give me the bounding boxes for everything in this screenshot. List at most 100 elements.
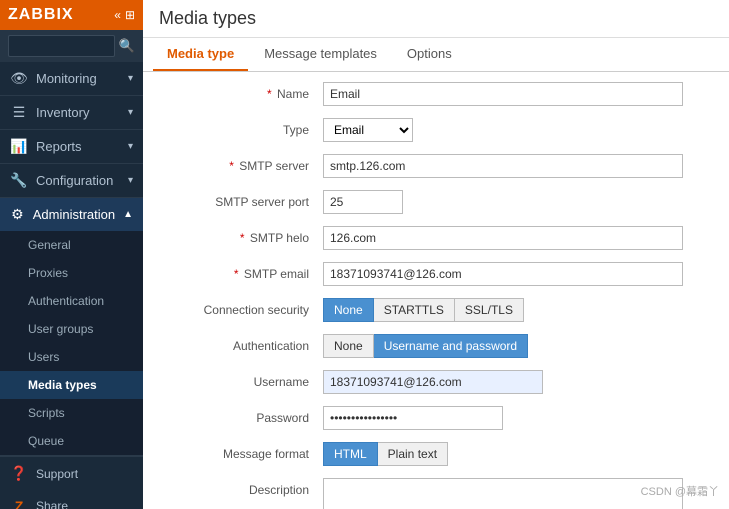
monitoring-label: Monitoring: [36, 71, 120, 86]
nav-administration-section: ⚙ Administration ▲ General Proxies Authe…: [0, 198, 143, 456]
smtp-email-input[interactable]: [323, 262, 683, 286]
inventory-label: Inventory: [36, 105, 120, 120]
configuration-icon: 🔧: [10, 172, 28, 189]
sidebar-bottom: ❓ Support Z Share: [0, 456, 143, 509]
smtp-email-row: * SMTP email: [163, 262, 709, 290]
sidebar-header-icons: « ⊞: [114, 8, 135, 22]
sidebar-item-queue[interactable]: Queue: [0, 427, 143, 455]
message-format-label: Message format: [163, 442, 323, 461]
auth-userpass-btn[interactable]: Username and password: [374, 334, 528, 358]
sidebar-item-authentication[interactable]: Authentication: [0, 287, 143, 315]
inventory-arrow: ▾: [128, 107, 133, 118]
administration-icon: ⚙: [10, 206, 25, 223]
administration-submenu: General Proxies Authentication User grou…: [0, 231, 143, 455]
zabbix-logo: ZABBIX: [8, 6, 74, 24]
type-label: Type: [163, 118, 323, 137]
type-row: Type Email SMS Script Jabber Ez Texting: [163, 118, 709, 146]
type-select[interactable]: Email SMS Script Jabber Ez Texting: [323, 118, 413, 142]
password-label: Password: [163, 406, 323, 425]
description-textarea[interactable]: [323, 478, 683, 509]
smtp-server-row: * SMTP server: [163, 154, 709, 182]
conn-security-row: Connection security None STARTTLS SSL/TL…: [163, 298, 709, 326]
message-format-btngroup: HTML Plain text: [323, 442, 709, 466]
tab-options[interactable]: Options: [393, 38, 466, 71]
sidebar-item-users[interactable]: Users: [0, 343, 143, 371]
support-icon: ❓: [10, 465, 28, 482]
tabs-bar: Media type Message templates Options: [143, 38, 729, 72]
username-input[interactable]: [323, 370, 543, 394]
name-required-star: *: [267, 87, 272, 101]
nav-reports-section: 📊 Reports ▾: [0, 130, 143, 164]
username-row: Username: [163, 370, 709, 398]
smtp-port-input[interactable]: [323, 190, 403, 214]
page-title: Media types: [159, 8, 256, 29]
share-icon: Z: [10, 498, 28, 509]
nav-configuration-section: 🔧 Configuration ▾: [0, 164, 143, 198]
name-input[interactable]: [323, 82, 683, 106]
sidebar-search-area: 🔍: [0, 30, 143, 62]
search-icon: 🔍: [119, 38, 135, 54]
type-control: Email SMS Script Jabber Ez Texting: [323, 118, 709, 142]
msg-format-html-btn[interactable]: HTML: [323, 442, 378, 466]
reports-icon: 📊: [10, 138, 28, 155]
conn-security-none-btn[interactable]: None: [323, 298, 374, 322]
configuration-label: Configuration: [36, 173, 120, 188]
sidebar-item-monitoring[interactable]: 👁 Monitoring ▾: [0, 62, 143, 95]
sidebar-item-reports[interactable]: 📊 Reports ▾: [0, 130, 143, 163]
description-control: [323, 478, 709, 509]
conn-security-starttls-btn[interactable]: STARTTLS: [374, 298, 455, 322]
page-header: Media types: [143, 0, 729, 38]
password-row: Password: [163, 406, 709, 434]
grid-icon[interactable]: ⊞: [125, 8, 135, 22]
smtp-email-control: [323, 262, 709, 286]
auth-none-btn[interactable]: None: [323, 334, 374, 358]
smtp-server-input[interactable]: [323, 154, 683, 178]
sidebar-item-proxies[interactable]: Proxies: [0, 259, 143, 287]
sidebar-header: ZABBIX « ⊞: [0, 0, 143, 30]
description-label: Description: [163, 478, 323, 497]
smtp-helo-input[interactable]: [323, 226, 683, 250]
administration-arrow: ▲: [123, 209, 133, 220]
sidebar-item-scripts[interactable]: Scripts: [0, 399, 143, 427]
smtp-required-star: *: [229, 159, 234, 173]
sidebar-item-configuration[interactable]: 🔧 Configuration ▾: [0, 164, 143, 197]
sidebar-item-inventory[interactable]: ☰ Inventory ▾: [0, 96, 143, 129]
smtp-server-control: [323, 154, 709, 178]
name-label: * Name: [163, 82, 323, 101]
auth-row: Authentication None Username and passwor…: [163, 334, 709, 362]
collapse-icon[interactable]: «: [114, 8, 121, 22]
smtp-helo-row: * SMTP helo: [163, 226, 709, 254]
sidebar-item-support[interactable]: ❓ Support: [0, 457, 143, 490]
password-input[interactable]: [323, 406, 503, 430]
sidebar-item-general[interactable]: General: [0, 231, 143, 259]
share-label: Share: [36, 499, 133, 509]
username-label: Username: [163, 370, 323, 389]
message-format-row: Message format HTML Plain text: [163, 442, 709, 470]
sidebar-item-share[interactable]: Z Share: [0, 490, 143, 509]
tab-media-type[interactable]: Media type: [153, 38, 248, 71]
conn-security-ssltls-btn[interactable]: SSL/TLS: [455, 298, 524, 322]
smtp-port-row: SMTP server port: [163, 190, 709, 218]
username-control: [323, 370, 709, 394]
description-row: Description: [163, 478, 709, 509]
smtp-email-label: * SMTP email: [163, 262, 323, 281]
name-row: * Name: [163, 82, 709, 110]
inventory-icon: ☰: [10, 104, 28, 121]
auth-btngroup: None Username and password: [323, 334, 709, 358]
search-input[interactable]: [8, 35, 115, 57]
sidebar-item-administration[interactable]: ⚙ Administration ▲: [0, 198, 143, 231]
msg-format-plaintext-btn[interactable]: Plain text: [378, 442, 448, 466]
sidebar-item-media-types[interactable]: Media types: [0, 371, 143, 399]
smtp-port-control: [323, 190, 709, 214]
conn-security-control: None STARTTLS SSL/TLS: [323, 298, 709, 322]
sidebar-item-user-groups[interactable]: User groups: [0, 315, 143, 343]
auth-control: None Username and password: [323, 334, 709, 358]
monitoring-icon: 👁: [10, 70, 28, 87]
message-format-control: HTML Plain text: [323, 442, 709, 466]
email-required-star: *: [234, 267, 239, 281]
support-label: Support: [36, 467, 133, 481]
smtp-server-label: * SMTP server: [163, 154, 323, 173]
conn-security-btngroup: None STARTTLS SSL/TLS: [323, 298, 709, 322]
conn-security-label: Connection security: [163, 298, 323, 317]
tab-message-templates[interactable]: Message templates: [250, 38, 391, 71]
